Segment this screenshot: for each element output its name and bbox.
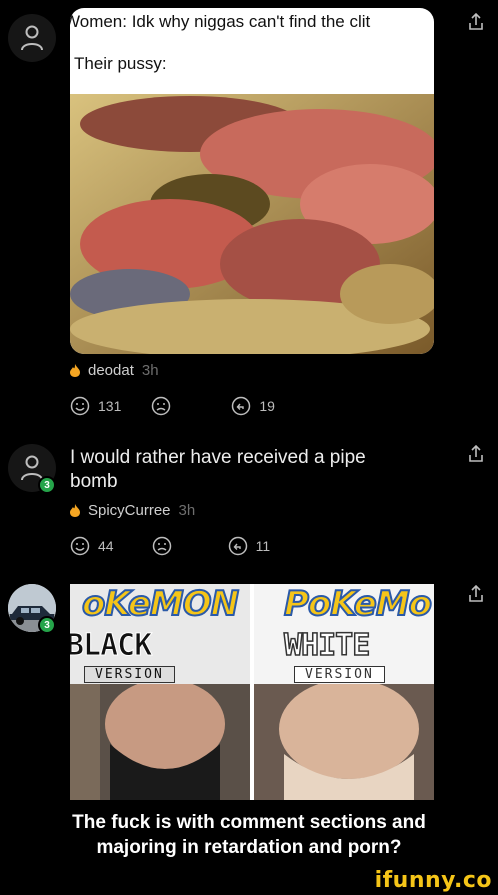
share-icon[interactable]	[466, 12, 486, 32]
right-photo	[254, 684, 434, 800]
comment1-actions: 44 11	[70, 536, 270, 556]
reply-button[interactable]: 11	[228, 536, 271, 556]
black-version-sub: VERSION	[84, 666, 175, 683]
comment2-image[interactable]: oKeMON BLACK VERSION PoKeMo WHITE VERSIO…	[70, 584, 434, 800]
user-icon	[21, 25, 43, 51]
frown-icon	[152, 396, 171, 416]
smile-button[interactable]: 131	[70, 396, 121, 416]
frown-icon	[152, 536, 171, 556]
pokemon-logo-left: oKeMON	[81, 584, 240, 625]
caption-line1: The fuck is with comment sections and	[72, 812, 426, 833]
flame-icon	[70, 504, 80, 517]
reply-count: 19	[259, 398, 275, 414]
meme-text-line2: Their pussy:	[74, 54, 167, 73]
post-actions: 131 19	[70, 396, 275, 416]
comment1-author-row[interactable]: SpicyCurree 3h	[70, 502, 195, 519]
caption: The fuck is with comment sections and ma…	[0, 800, 498, 870]
post-author-name[interactable]: deodat	[88, 362, 134, 379]
comment1-text: I would rather have received a pipe bomb	[70, 447, 366, 492]
smile-button[interactable]: 44	[70, 536, 114, 556]
meme-image[interactable]: Women: Idk why niggas can't find the cli…	[70, 8, 434, 354]
reply-count: 11	[255, 538, 271, 554]
unsmile-button[interactable]	[151, 396, 171, 416]
white-version-word: WHITE	[283, 627, 371, 664]
ifunny-watermark: ifunny.co	[374, 868, 492, 893]
flame-icon	[70, 364, 80, 377]
smile-icon	[70, 536, 90, 556]
comment1-time: 3h	[178, 502, 196, 519]
reply-icon	[228, 536, 247, 556]
footer: ifunny.co	[0, 868, 498, 895]
left-photo	[70, 684, 250, 800]
smile-count: 131	[98, 398, 122, 414]
pokemon-logo-right: PoKeMo	[283, 584, 433, 625]
pokemon-black-panel: oKeMON BLACK VERSION	[70, 584, 250, 800]
comment1-level-badge: 3	[38, 476, 56, 494]
reply-icon	[232, 396, 251, 416]
post-time: 3h	[141, 362, 159, 379]
white-version-sub: VERSION	[294, 666, 385, 683]
comment2-level-badge: 3	[38, 616, 56, 634]
black-version-word: BLACK	[70, 628, 153, 664]
comment1-author-name[interactable]: SpicyCurree	[88, 502, 171, 519]
meme-text-line1: Women: Idk why niggas can't find the cli…	[70, 12, 371, 31]
share-icon[interactable]	[466, 584, 486, 604]
post-author-row[interactable]: deodat 3h	[70, 362, 159, 379]
user-icon	[21, 455, 43, 481]
share-icon[interactable]	[466, 444, 486, 464]
smile-icon	[70, 396, 90, 416]
meat-photo	[70, 94, 434, 354]
post-author-avatar[interactable]	[8, 14, 56, 62]
pokemon-white-panel: PoKeMo WHITE VERSION	[254, 584, 434, 800]
smile-count: 44	[98, 538, 114, 554]
reply-button[interactable]: 19	[231, 396, 275, 416]
unsmile-button[interactable]	[152, 536, 172, 556]
caption-line2: majoring in retardation and porn?	[96, 837, 402, 858]
